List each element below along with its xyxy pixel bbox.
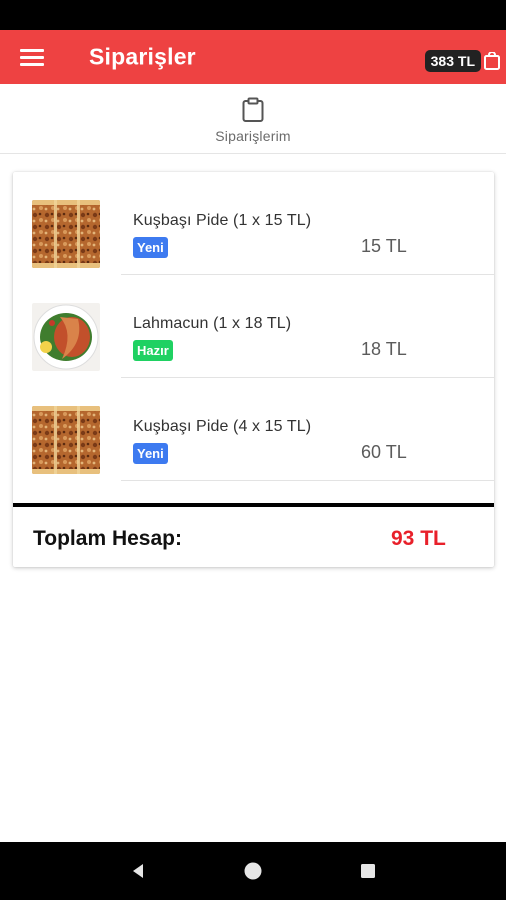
order-item[interactable]: Kuşbaşı Pide (1 x 15 TL) Yeni 15 TL — [13, 172, 494, 275]
order-list-card: Kuşbaşı Pide (1 x 15 TL) Yeni 15 TL Lahm… — [13, 172, 494, 567]
tab-label: Siparişlerim — [215, 128, 291, 144]
pide-image — [32, 406, 100, 474]
order-item-name: Lahmacun (1 x 18 TL) — [133, 315, 292, 332]
total-separator — [13, 503, 494, 507]
divider — [121, 480, 494, 481]
clipboard-icon — [242, 97, 264, 122]
status-badge: Yeni — [133, 237, 168, 258]
recents-square-icon[interactable] — [348, 851, 388, 891]
order-item-name: Kuşbaşı Pide (1 x 15 TL) — [133, 212, 312, 229]
app-bar: Siparişler 383 TL — [0, 30, 506, 84]
order-item[interactable]: Kuşbaşı Pide (4 x 15 TL) Yeni 60 TL — [13, 378, 494, 481]
cart-total-badge: 383 TL — [424, 50, 481, 72]
system-nav-bar — [0, 842, 506, 900]
back-triangle-icon[interactable] — [118, 851, 158, 891]
lahmacun-image — [32, 303, 100, 371]
pide-image — [32, 200, 100, 268]
order-item-price: 60 TL — [361, 442, 407, 462]
home-circle-icon[interactable] — [233, 851, 273, 891]
order-item-price: 18 TL — [361, 339, 407, 359]
total-label: Toplam Hesap: — [33, 527, 182, 550]
status-badge: Yeni — [133, 443, 168, 464]
order-item-price: 15 TL — [361, 236, 407, 256]
cart-button[interactable]: 383 TL — [424, 50, 500, 72]
tab-siparislerim[interactable]: Siparişlerim — [0, 84, 506, 154]
status-badge: Hazır — [133, 340, 173, 361]
page-title: Siparişler — [89, 43, 196, 70]
basket-icon — [484, 52, 500, 70]
status-bar — [0, 0, 506, 30]
total-value: 93 TL — [391, 527, 446, 550]
menu-icon[interactable] — [20, 44, 50, 70]
order-item-name: Kuşbaşı Pide (4 x 15 TL) — [133, 418, 312, 435]
order-item[interactable]: Lahmacun (1 x 18 TL) Hazır 18 TL — [13, 275, 494, 378]
